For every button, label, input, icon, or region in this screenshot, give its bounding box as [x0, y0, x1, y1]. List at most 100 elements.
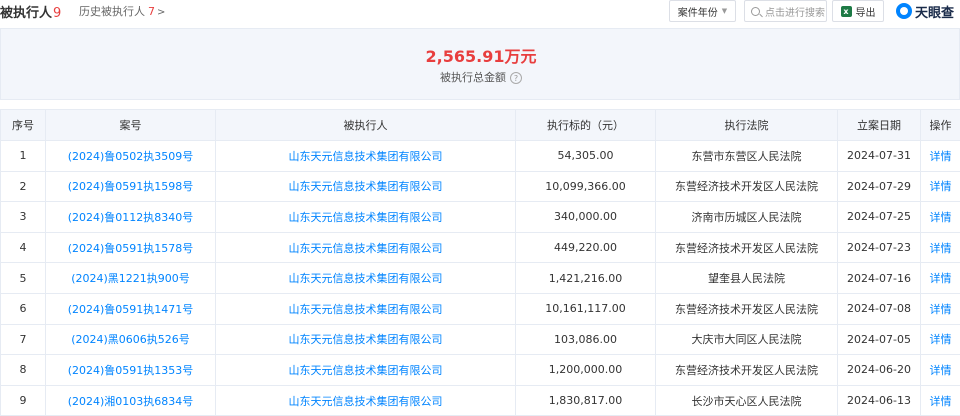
section-title-count: 9: [53, 6, 61, 21]
history-tab-label: 历史被执行人: [79, 5, 145, 18]
cell-court: 东营市东营区人民法院: [656, 141, 838, 172]
total-amount-panel: 2,565.91万元 被执行总金额?: [0, 28, 960, 100]
help-icon[interactable]: ?: [510, 72, 522, 84]
case-number-link[interactable]: (2024)鲁0112执8340号: [46, 202, 216, 233]
party-name-link[interactable]: 山东天元信息技术集团有限公司: [216, 202, 516, 233]
cell-no: 6: [1, 293, 46, 324]
toolbar: 被执行人9 历史被执行人7> 案件年份 ▼ 点击进行搜索 x 导出 天眼查: [0, 0, 960, 24]
cell-date: 2024-07-08: [838, 293, 921, 324]
cell-court: 东营经济技术开发区人民法院: [656, 355, 838, 386]
case-number-link[interactable]: (2024)鲁0591执1471号: [46, 293, 216, 324]
total-amount-value: 2,565.91万元: [1, 43, 960, 67]
case-number-link[interactable]: (2024)黑1221执900号: [46, 263, 216, 294]
cell-court: 大庆市大同区人民法院: [656, 324, 838, 355]
cell-no: 1: [1, 141, 46, 172]
detail-link[interactable]: 详情: [921, 232, 960, 263]
party-name-link[interactable]: 山东天元信息技术集团有限公司: [216, 263, 516, 294]
table-row: 4(2024)鲁0591执1578号山东天元信息技术集团有限公司449,220.…: [1, 232, 960, 263]
cell-court: 东营经济技术开发区人民法院: [656, 293, 838, 324]
table-row: 3(2024)鲁0112执8340号山东天元信息技术集团有限公司340,000.…: [1, 202, 960, 233]
case-number-link[interactable]: (2024)黑0606执526号: [46, 324, 216, 355]
column-header-party: 被执行人: [216, 110, 516, 141]
cell-court: 东营经济技术开发区人民法院: [656, 232, 838, 263]
cell-court: 望奎县人民法院: [656, 263, 838, 294]
party-name-link[interactable]: 山东天元信息技术集团有限公司: [216, 324, 516, 355]
export-label: 导出: [856, 4, 876, 19]
cell-date: 2024-07-29: [838, 171, 921, 202]
detail-link[interactable]: 详情: [921, 263, 960, 294]
column-header-no: 序号: [1, 110, 46, 141]
detail-link[interactable]: 详情: [921, 324, 960, 355]
total-amount-label: 被执行总金额: [440, 71, 506, 84]
eye-logo-icon: [896, 3, 912, 19]
table-row: 6(2024)鲁0591执1471号山东天元信息技术集团有限公司10,161,1…: [1, 293, 960, 324]
excel-icon: x: [841, 6, 852, 17]
cell-date: 2024-07-31: [838, 141, 921, 172]
caret-down-icon: ▼: [722, 7, 727, 15]
table-row: 1(2024)鲁0502执3509号山东天元信息技术集团有限公司54,305.0…: [1, 141, 960, 172]
cell-date: 2024-06-20: [838, 355, 921, 386]
history-tab[interactable]: 历史被执行人7>: [79, 3, 165, 19]
enforcement-table: 序号 案号 被执行人 执行标的（元） 执行法院 立案日期 操作 1(2024)鲁…: [0, 109, 960, 416]
detail-link[interactable]: 详情: [921, 141, 960, 172]
party-name-link[interactable]: 山东天元信息技术集团有限公司: [216, 232, 516, 263]
search-input[interactable]: 点击进行搜索: [744, 0, 827, 22]
cell-no: 3: [1, 202, 46, 233]
cell-amount: 1,830,817.00: [516, 385, 656, 416]
column-header-date: 立案日期: [838, 110, 921, 141]
party-name-link[interactable]: 山东天元信息技术集团有限公司: [216, 355, 516, 386]
table-row: 2(2024)鲁0591执1598号山东天元信息技术集团有限公司10,099,3…: [1, 171, 960, 202]
total-amount-label-row: 被执行总金额?: [1, 69, 960, 85]
cell-no: 2: [1, 171, 46, 202]
cell-amount: 1,200,000.00: [516, 355, 656, 386]
table-row: 5(2024)黑1221执900号山东天元信息技术集团有限公司1,421,216…: [1, 263, 960, 294]
cell-no: 8: [1, 355, 46, 386]
column-header-case: 案号: [46, 110, 216, 141]
cell-amount: 340,000.00: [516, 202, 656, 233]
party-name-link[interactable]: 山东天元信息技术集团有限公司: [216, 141, 516, 172]
history-tab-count: 7: [148, 5, 155, 18]
tianyancha-logo[interactable]: 天眼查: [896, 0, 954, 22]
table-row: 8(2024)鲁0591执1353号山东天元信息技术集团有限公司1,200,00…: [1, 355, 960, 386]
detail-link[interactable]: 详情: [921, 385, 960, 416]
case-number-link[interactable]: (2024)鲁0591执1353号: [46, 355, 216, 386]
cell-amount: 54,305.00: [516, 141, 656, 172]
party-name-link[interactable]: 山东天元信息技术集团有限公司: [216, 293, 516, 324]
cell-court: 东营经济技术开发区人民法院: [656, 171, 838, 202]
party-name-link[interactable]: 山东天元信息技术集团有限公司: [216, 385, 516, 416]
table-row: 7(2024)黑0606执526号山东天元信息技术集团有限公司103,086.0…: [1, 324, 960, 355]
case-year-dropdown[interactable]: 案件年份 ▼: [669, 0, 736, 22]
cell-amount: 449,220.00: [516, 232, 656, 263]
logo-text: 天眼查: [915, 2, 954, 21]
cell-no: 4: [1, 232, 46, 263]
export-button[interactable]: x 导出: [832, 0, 884, 22]
case-number-link[interactable]: (2024)湘0103执6834号: [46, 385, 216, 416]
cell-date: 2024-07-16: [838, 263, 921, 294]
chevron-right-icon: >: [157, 7, 165, 18]
cell-court: 济南市历城区人民法院: [656, 202, 838, 233]
section-title[interactable]: 被执行人9: [0, 2, 61, 21]
cell-court: 长沙市天心区人民法院: [656, 385, 838, 416]
case-number-link[interactable]: (2024)鲁0591执1578号: [46, 232, 216, 263]
section-title-label: 被执行人: [0, 6, 52, 21]
cell-date: 2024-07-05: [838, 324, 921, 355]
column-header-court: 执行法院: [656, 110, 838, 141]
cell-no: 5: [1, 263, 46, 294]
table-header-row: 序号 案号 被执行人 执行标的（元） 执行法院 立案日期 操作: [1, 110, 960, 141]
search-icon: [751, 7, 760, 16]
case-number-link[interactable]: (2024)鲁0591执1598号: [46, 171, 216, 202]
detail-link[interactable]: 详情: [921, 355, 960, 386]
cell-no: 7: [1, 324, 46, 355]
case-number-link[interactable]: (2024)鲁0502执3509号: [46, 141, 216, 172]
party-name-link[interactable]: 山东天元信息技术集团有限公司: [216, 171, 516, 202]
cell-amount: 1,421,216.00: [516, 263, 656, 294]
cell-amount: 10,161,117.00: [516, 293, 656, 324]
cell-amount: 103,086.00: [516, 324, 656, 355]
cell-no: 9: [1, 385, 46, 416]
detail-link[interactable]: 详情: [921, 293, 960, 324]
case-year-label: 案件年份: [678, 4, 718, 19]
detail-link[interactable]: 详情: [921, 202, 960, 233]
column-header-action: 操作: [921, 110, 960, 141]
table-row: 9(2024)湘0103执6834号山东天元信息技术集团有限公司1,830,81…: [1, 385, 960, 416]
detail-link[interactable]: 详情: [921, 171, 960, 202]
